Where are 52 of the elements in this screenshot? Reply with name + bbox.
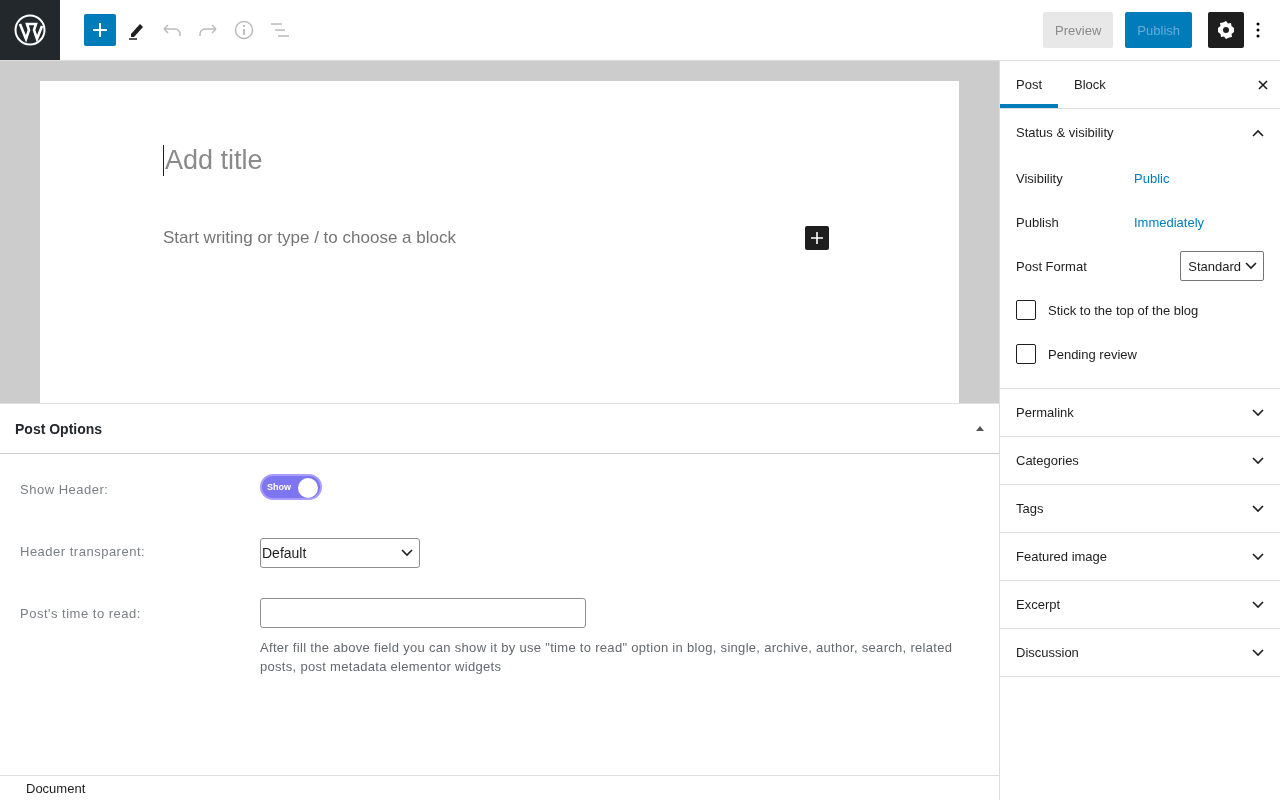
section-toggle[interactable]: Permalink bbox=[1000, 389, 1280, 436]
chevron-down-icon bbox=[1252, 504, 1264, 513]
breadcrumb-link[interactable]: Document bbox=[26, 780, 86, 796]
plus-icon bbox=[811, 232, 823, 244]
chevron-down-icon bbox=[1252, 648, 1264, 657]
info-icon bbox=[234, 20, 254, 40]
more-options-icon[interactable] bbox=[1256, 22, 1260, 38]
section-toggle[interactable]: Status & visibility bbox=[1000, 109, 1280, 156]
chevron-down-icon bbox=[1252, 552, 1264, 561]
settings-icon bbox=[1217, 21, 1235, 39]
checkbox[interactable] bbox=[1016, 344, 1036, 364]
close-icon[interactable] bbox=[1258, 79, 1268, 90]
chevron-down-icon bbox=[1252, 456, 1264, 465]
field-label: Post's time to read: bbox=[20, 605, 142, 621]
help-text: After fill the above field you can show it by use "time to read" option in blog, single, archive, author, search, related posts, post metadata elementor widgets bbox=[260, 639, 954, 676]
setting-label: Publish bbox=[1016, 214, 1060, 230]
chevron-down-icon bbox=[1252, 408, 1264, 417]
setting-label: Post Format bbox=[1016, 258, 1088, 274]
checkbox[interactable] bbox=[1016, 300, 1036, 320]
checkbox-label[interactable]: Pending review bbox=[1048, 346, 1137, 362]
section-toggle[interactable]: Discussion bbox=[1000, 629, 1280, 676]
select-field[interactable]: Default bbox=[260, 538, 420, 568]
undo-icon bbox=[163, 24, 181, 36]
setting-link[interactable]: Public bbox=[1134, 170, 1264, 186]
plus-icon bbox=[93, 23, 107, 37]
chevron-down-icon bbox=[1252, 600, 1264, 609]
block-placeholder[interactable]: Start writing or type / to choose a block bbox=[163, 228, 456, 248]
chevron-down-icon bbox=[1245, 262, 1257, 270]
chevron-up-icon bbox=[1252, 128, 1264, 137]
sidebar-tab[interactable]: Post bbox=[1000, 61, 1058, 108]
triangle-up-icon[interactable] bbox=[976, 426, 984, 431]
redo-icon bbox=[199, 24, 217, 36]
field-label: Show Header: bbox=[20, 481, 110, 497]
wordpress-icon bbox=[14, 14, 46, 46]
section-toggle[interactable]: Excerpt bbox=[1000, 581, 1280, 628]
select-field[interactable]: Standard bbox=[1180, 251, 1264, 281]
wordpress-logo[interactable] bbox=[0, 0, 60, 60]
section-toggle[interactable]: Tags bbox=[1000, 485, 1280, 532]
toggle-switch[interactable]: Show bbox=[260, 474, 322, 500]
field-label: Header transparent: bbox=[20, 543, 147, 559]
input-field[interactable] bbox=[260, 598, 586, 628]
setting-label: Visibility bbox=[1016, 170, 1064, 186]
section-toggle[interactable]: Categories bbox=[1000, 437, 1280, 484]
section-toggle[interactable]: Featured image bbox=[1000, 533, 1280, 580]
checkbox-label[interactable]: Stick to the top of the blog bbox=[1048, 302, 1199, 318]
panel-title: Post Options bbox=[15, 420, 103, 437]
list-icon bbox=[270, 22, 290, 38]
add-block-button[interactable] bbox=[805, 226, 829, 250]
sidebar-tab[interactable]: Block bbox=[1058, 61, 1122, 108]
chevron-down-icon bbox=[401, 549, 413, 557]
setting-link[interactable]: Immediately bbox=[1134, 214, 1264, 230]
settings-button[interactable] bbox=[1208, 12, 1244, 48]
